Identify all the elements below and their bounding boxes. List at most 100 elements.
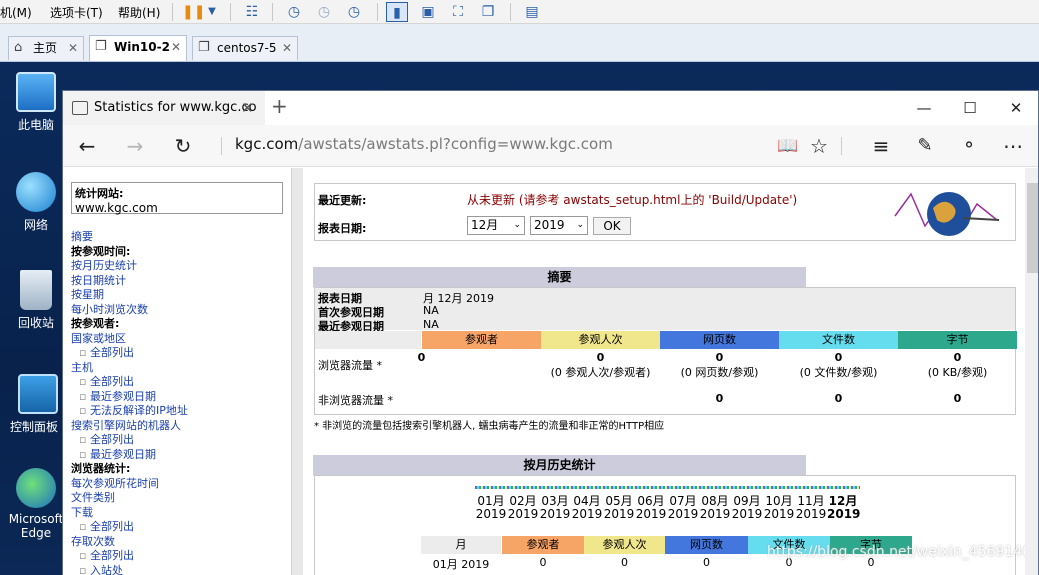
- browser-traffic-subvalue: (0 参观人次/参观者): [550, 366, 651, 379]
- update-panel: 最近更新: 从未更新 (请参考 awstats_setup.html上的 'Bu…: [314, 183, 1016, 241]
- monthly-col-header: 网页数: [665, 536, 748, 554]
- nav-subitem[interactable]: 入站处: [71, 564, 289, 575]
- forward-icon[interactable]: →: [117, 125, 153, 167]
- close-icon[interactable]: ✕: [282, 37, 292, 59]
- desktop-icon-label: 回收站: [17, 316, 54, 330]
- sidebar-view-icon[interactable]: ▮: [386, 2, 408, 22]
- monthly-cell: 0: [539, 556, 547, 569]
- address-bar[interactable]: kgc.com/awstats/awstats.pl?config=www.kg…: [235, 135, 613, 153]
- more-icon[interactable]: ⋯: [995, 125, 1031, 167]
- ok-button[interactable]: OK: [593, 217, 631, 235]
- traffic-footnote: * 非浏览的流量包括搜索引擎机器人, 蠕虫病毒产生的流量和非正常的HTTP相应: [314, 421, 665, 432]
- nav-link[interactable]: 下载: [71, 506, 289, 521]
- menu-tabs[interactable]: 选项卡(T): [50, 4, 103, 21]
- vm-tab-label: centos7-5: [217, 41, 277, 55]
- minimize-icon[interactable]: —: [901, 91, 947, 125]
- monthly-col-header: 月: [421, 536, 501, 554]
- nav-link[interactable]: 按星期: [71, 288, 289, 303]
- maximize-icon[interactable]: ☐: [947, 91, 993, 125]
- console-view-icon[interactable]: ▣: [416, 2, 440, 22]
- web-note-icon[interactable]: ✎: [907, 125, 943, 167]
- scrollbar-thumb[interactable]: [1027, 183, 1038, 273]
- share-icon[interactable]: ⚬: [951, 125, 987, 167]
- nav-link[interactable]: 按日期统计: [71, 274, 289, 289]
- vm-icon: ❐: [95, 39, 107, 54]
- close-icon[interactable]: ✕: [171, 36, 181, 58]
- browser-traffic-subvalue: (0 KB/参观): [927, 366, 988, 379]
- nav-link[interactable]: 文件类别: [71, 491, 289, 506]
- browser-traffic-value: 0: [953, 351, 962, 364]
- library-icon[interactable]: ▤: [520, 2, 544, 22]
- nav-link[interactable]: 存取次数: [71, 535, 289, 550]
- hub-icon[interactable]: ≡: [863, 125, 899, 167]
- pause-icon[interactable]: ❚❚: [182, 2, 205, 22]
- refresh-icon[interactable]: ↻: [165, 125, 201, 167]
- menu-vm[interactable]: 机(M): [0, 4, 32, 21]
- vm-tab-bar: ⌂ 主页 ✕ ❐ Win10-2 ✕ ❐ centos7-5 ✕: [0, 24, 1039, 62]
- browser-traffic-value: 0: [596, 351, 605, 364]
- vm-tab-home[interactable]: ⌂ 主页 ✕: [8, 36, 84, 60]
- nav-subitem[interactable]: 全部列出: [71, 346, 289, 361]
- edge-browser-icon: [16, 468, 56, 508]
- nav-link[interactable]: 每次参观所花时间: [71, 477, 289, 492]
- browser-traffic-value: 0: [834, 351, 843, 364]
- toolbar-separator: [272, 3, 273, 21]
- send-keys-icon[interactable]: ☷: [240, 2, 264, 22]
- desktop-icon-edge[interactable]: Microsoft Edge: [8, 468, 64, 540]
- desktop-icon-recycle-bin[interactable]: 回收站: [8, 270, 64, 331]
- nav-subitem[interactable]: 全部列出: [71, 520, 289, 535]
- revert-snapshot-icon[interactable]: ◷: [312, 2, 336, 22]
- desktop-icon-label: 网络: [23, 218, 48, 232]
- nav-subitem[interactable]: 全部列出: [71, 433, 289, 448]
- desktop-icon-control-panel[interactable]: 控制面板: [10, 374, 70, 435]
- snapshot-icon[interactable]: ◷: [282, 2, 306, 22]
- vm-tab-label: Win10-2: [114, 40, 170, 54]
- main-scrollbar[interactable]: [1025, 168, 1038, 575]
- month-select[interactable]: 12月 ⌄: [467, 216, 525, 235]
- toolbar-separator: [172, 3, 173, 21]
- menu-help[interactable]: 帮助(H): [118, 4, 160, 21]
- nav-subitem[interactable]: 最近参观日期: [71, 390, 289, 405]
- close-icon[interactable]: ✕: [68, 37, 78, 59]
- unity-icon[interactable]: ❐: [476, 2, 500, 22]
- desktop-icon-this-pc[interactable]: 此电脑: [8, 72, 64, 133]
- desktop-icon-label: 控制面板: [10, 420, 59, 434]
- vm-menubar: 机(M) 选项卡(T) 帮助(H) ❚❚ ▼ ☷ ◷ ◷ ◷ ▮ ▣ ⛶ ❐ ▤: [0, 0, 1039, 24]
- chevron-down-icon: ⌄: [513, 220, 521, 230]
- snapshot-manager-icon[interactable]: ◷: [342, 2, 366, 22]
- watermark: https://blog.csdn.net/weixin_45691464: [767, 544, 1038, 560]
- year-select-value: 2019: [534, 218, 565, 232]
- nav-subitem[interactable]: 全部列出: [71, 549, 289, 564]
- chevron-down-icon[interactable]: ▼: [205, 2, 219, 22]
- nav-subitem[interactable]: 全部列出: [71, 375, 289, 390]
- page-icon: [72, 101, 88, 115]
- left-scrollbar[interactable]: [291, 168, 303, 575]
- edge-titlebar: Statistics for www.kgc.co ✕ + — ☐ ✕: [63, 91, 1038, 125]
- month-year-label: 2019: [827, 507, 861, 521]
- nav-link[interactable]: 每小时浏览次数: [71, 303, 289, 318]
- left-nav-list: 摘要按参观时间:按月历史统计按日期统计按星期每小时浏览次数按参观者: 国家或地区全…: [71, 230, 289, 575]
- window-close-icon[interactable]: ✕: [993, 91, 1039, 125]
- summary-panel: 报表日期月 12月 2019 首次参观日期 NA 最近参观日期 NA 参观者 参观人次 网页…: [314, 287, 1017, 415]
- nav-link[interactable]: 摘要: [71, 230, 289, 245]
- favorite-star-icon[interactable]: ☆: [801, 125, 837, 167]
- back-icon[interactable]: ←: [69, 125, 105, 167]
- toolbar-separator: [230, 3, 231, 21]
- new-tab-icon[interactable]: +: [271, 94, 288, 118]
- nav-subitem[interactable]: 最近参观日期: [71, 448, 289, 463]
- vm-tab-centos[interactable]: ❐ centos7-5 ✕: [192, 36, 298, 60]
- close-tab-icon[interactable]: ✕: [241, 99, 254, 117]
- fullscreen-icon[interactable]: ⛶: [446, 2, 470, 22]
- vm-tab-win10[interactable]: ❐ Win10-2 ✕: [89, 35, 187, 61]
- nav-link[interactable]: 搜索引擎网站的机器人: [71, 419, 289, 434]
- desktop-icon-network[interactable]: 网络: [8, 172, 64, 233]
- nav-subitem[interactable]: 无法反解译的IP地址: [71, 404, 289, 419]
- nav-link[interactable]: 按月历史统计: [71, 259, 289, 274]
- nav-link[interactable]: 主机: [71, 361, 289, 376]
- monthly-cell: 0: [621, 556, 628, 569]
- nav-link[interactable]: 国家或地区: [71, 332, 289, 347]
- vm-icon: ❐: [198, 40, 210, 55]
- awstats-logo: [894, 192, 1000, 236]
- year-select[interactable]: 2019 ⌄: [530, 216, 588, 235]
- browser-tab[interactable]: Statistics for www.kgc.co: [63, 91, 265, 125]
